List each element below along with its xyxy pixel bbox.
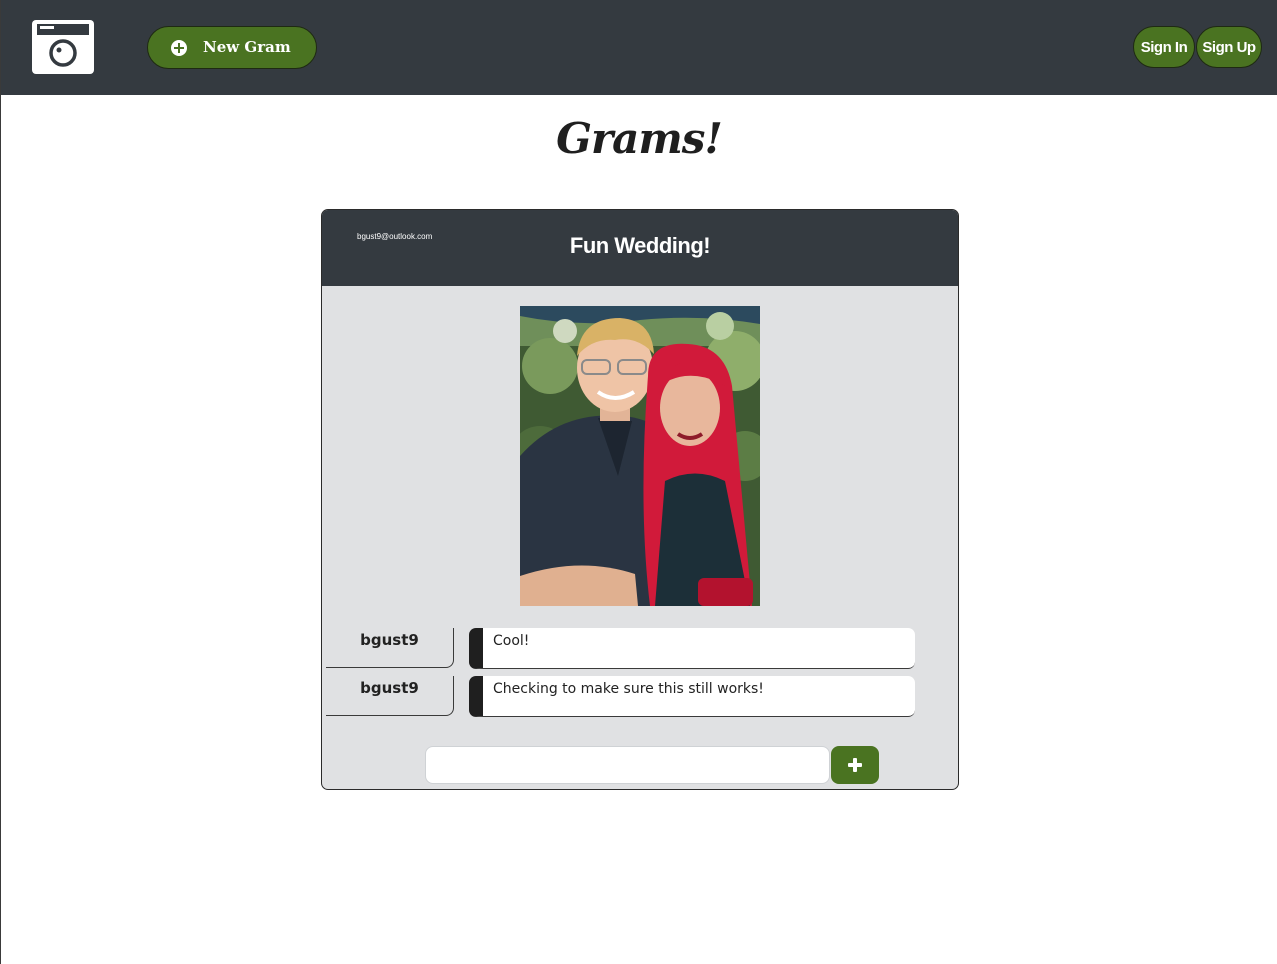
comment-input[interactable] <box>425 746 830 784</box>
camera-icon[interactable] <box>32 20 94 74</box>
comment-author: bgust9 <box>326 628 454 668</box>
comment-text: Checking to make sure this still works! <box>469 676 915 717</box>
sign-up-button[interactable]: Sign Up <box>1196 26 1262 68</box>
gram-title: Fun Wedding! <box>569 233 711 258</box>
plus-circle-icon <box>171 40 187 56</box>
comment-row: bgust9 Checking to make sure this still … <box>322 676 958 718</box>
sign-in-button[interactable]: Sign In <box>1133 26 1195 68</box>
comment-text: Cool! <box>469 628 915 669</box>
new-gram-label: New Gram <box>203 38 291 56</box>
comment-author: bgust9 <box>326 676 454 716</box>
page-title: Grams! <box>556 114 723 163</box>
new-gram-button[interactable]: New Gram <box>147 26 317 69</box>
navbar: New Gram Sign In Sign Up <box>1 0 1277 95</box>
gram-card-header: bgust9@outlook.com Fun Wedding! <box>322 210 958 286</box>
add-comment-button[interactable] <box>831 746 879 784</box>
gram-photo <box>520 306 760 606</box>
comment-row: bgust9 Cool! <box>322 628 958 670</box>
gram-card: bgust9@outlook.com Fun Wedding! bgust9 C… <box>321 209 959 790</box>
